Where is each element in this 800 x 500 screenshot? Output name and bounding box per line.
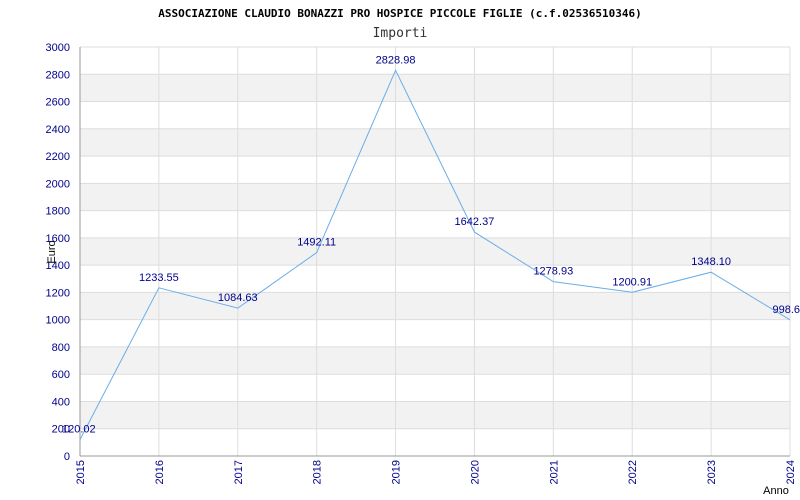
data-label: 1492.11 [297,237,336,249]
y-tick-label: 400 [52,396,70,408]
plot-band [80,101,790,129]
data-label: 2828.98 [376,54,416,66]
plot-band [80,47,790,75]
x-tick-label: 2023 [706,460,718,484]
y-tick-label: 2800 [46,69,70,81]
plot-band [80,292,790,320]
x-tick-label: 2017 [233,460,245,484]
y-tick-label: 1800 [46,206,70,218]
chart-title: ASSOCIAZIONE CLAUDIO BONAZZI PRO HOSPICE… [158,7,641,20]
plot-band [80,156,790,184]
y-tick-label: 2000 [46,178,70,190]
y-tick-label: 1200 [46,287,70,299]
data-label: 1233.55 [139,272,179,284]
plot-band [80,237,790,266]
x-tick-label: 2018 [312,460,324,484]
data-label: 1278.93 [533,266,573,278]
data-label: 1084.63 [218,292,258,304]
y-tick-label: 2400 [46,124,70,136]
x-tick-label: 2020 [469,460,481,484]
y-tick-label: 0 [64,451,70,463]
y-tick-label: 800 [52,342,70,354]
chart-subtitle: Importi [373,26,428,41]
data-label: 120.02 [62,424,96,436]
y-tick-label: 600 [52,369,70,381]
data-label: 1642.37 [455,216,495,228]
data-label: 1348.10 [691,256,731,268]
plot-band [80,401,790,429]
plot-background-bands [80,47,790,456]
x-tick-label: 2022 [627,460,639,484]
x-tick-label: 2015 [75,460,87,484]
x-axis-label: Anno [763,485,789,497]
x-tick-label: 2019 [391,460,403,484]
y-tick-label: 1000 [46,315,70,327]
line-chart: 0200400600800100012001400160018002000220… [46,7,800,497]
plot-band [80,428,790,456]
y-tick-label: 3000 [46,42,70,54]
data-label: 1200.91 [612,276,652,288]
x-tick-label: 2021 [548,460,560,484]
plot-band [80,183,790,211]
plot-band [80,374,790,402]
x-tick-label: 2024 [785,460,797,484]
data-label: 998.6 [772,304,800,316]
x-tick-labels: 2015 2016 2017 2018 2019 2020 2021 2022 2023 2024 [75,460,797,484]
plot-band [80,319,790,347]
x-tick-label: 2016 [154,460,166,484]
plot-band [80,210,790,238]
plot-band [80,74,790,102]
y-axis-label: Euro [46,240,58,263]
plot-band [80,346,790,375]
y-tick-label: 2600 [46,97,70,109]
y-tick-label: 2200 [46,151,70,163]
